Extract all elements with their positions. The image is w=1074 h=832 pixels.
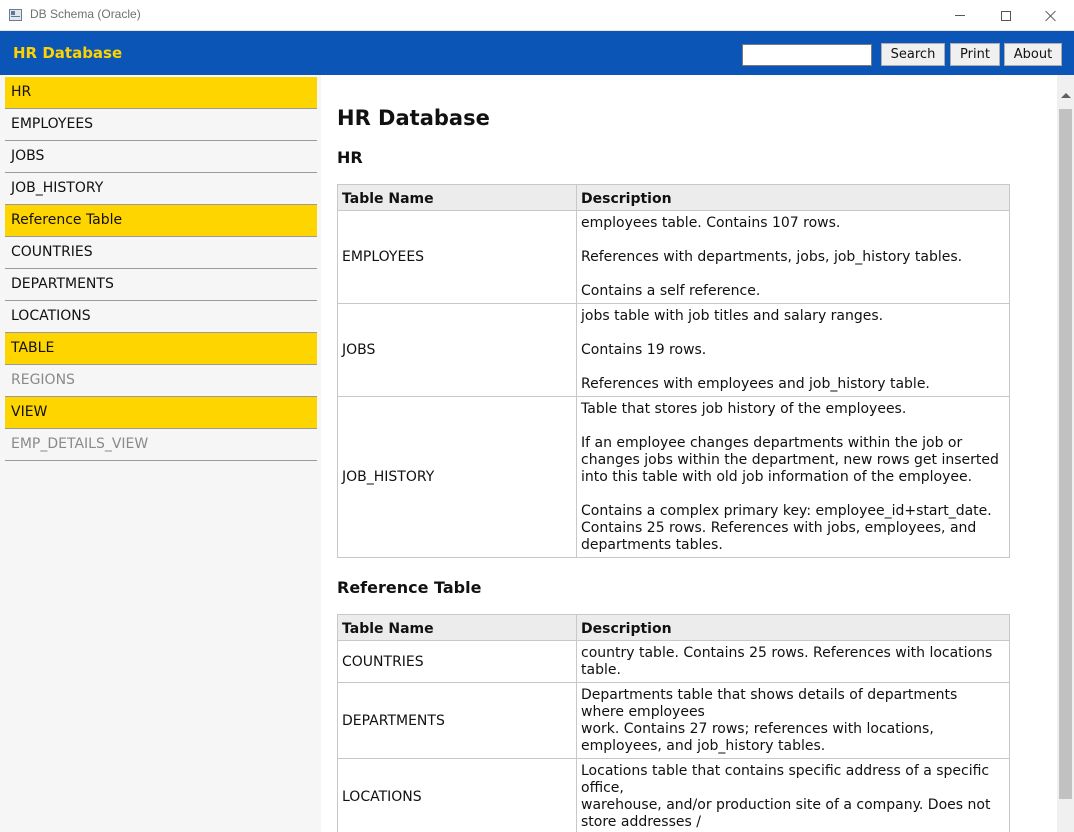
- description-paragraph: Table that stores job history of the emp…: [581, 401, 907, 417]
- print-button[interactable]: Print: [950, 43, 1000, 66]
- column-header-name: Table Name: [337, 614, 577, 641]
- table-name-cell: JOB_HISTORY: [337, 396, 577, 558]
- app-header: HR Database Search Print About: [0, 31, 1074, 75]
- section-title-reference: Reference Table: [337, 578, 482, 597]
- section-title-hr: HR: [337, 148, 363, 167]
- sidebar-section-header[interactable]: HR: [5, 77, 317, 109]
- table-name-cell: COUNTRIES: [337, 640, 577, 683]
- table-row: LOCATIONS Locations table that contains s…: [337, 758, 1010, 832]
- description-paragraph: jobs table with job titles and salary ra…: [581, 308, 884, 324]
- sidebar-item[interactable]: JOBS: [5, 141, 317, 173]
- window-title: DB Schema (Oracle): [30, 7, 141, 21]
- main-content: HR Database HR Table Name Description EM…: [321, 75, 1057, 832]
- maximize-icon: [1001, 10, 1011, 21]
- column-header-description: Description: [576, 184, 1010, 211]
- sidebar-nav: HR EMPLOYEES JOBS JOB_HISTORY Reference Tabl…: [5, 77, 317, 461]
- table-row: EMPLOYEES employees table. Contains 107 r…: [337, 210, 1010, 304]
- header-title: HR Database: [13, 44, 123, 62]
- maximize-button[interactable]: [983, 0, 1029, 31]
- table-row: DEPARTMENTS Departments table that shows …: [337, 682, 1010, 759]
- hr-tables-table: Table Name Description EMPLOYEES employee…: [337, 184, 1010, 558]
- table-header-row: Table Name Description: [337, 614, 1010, 641]
- scroll-up-arrow-icon[interactable]: [1057, 87, 1074, 104]
- close-icon: [1045, 10, 1057, 22]
- table-description-cell: Locations table that contains specific a…: [576, 758, 1010, 832]
- sidebar-item[interactable]: JOB_HISTORY: [5, 173, 317, 205]
- close-button[interactable]: [1028, 0, 1074, 31]
- description-paragraph: Contains a self reference.: [581, 283, 761, 299]
- sidebar: HR EMPLOYEES JOBS JOB_HISTORY Reference Tabl…: [0, 75, 321, 832]
- table-row: COUNTRIES country table. Contains 25 rows…: [337, 640, 1010, 683]
- sidebar-section-header[interactable]: Reference Table: [5, 205, 317, 237]
- table-description-cell: Table that stores job history of the emp…: [576, 396, 1010, 558]
- app-icon: [9, 9, 22, 21]
- description-paragraph: country table. Contains 25 rows. Referen…: [581, 645, 993, 678]
- table-name-cell: LOCATIONS: [337, 758, 577, 832]
- search-button[interactable]: Search: [881, 43, 945, 66]
- about-button[interactable]: About: [1004, 43, 1062, 66]
- minimize-icon: [955, 15, 965, 16]
- column-header-name: Table Name: [337, 184, 577, 211]
- table-name-cell: JOBS: [337, 303, 577, 397]
- description-paragraph: Locations table that contains specific a…: [581, 763, 991, 830]
- description-paragraph: Contains a complex primary key: employee…: [581, 503, 992, 553]
- description-paragraph: employees table. Contains 107 rows.: [581, 215, 841, 231]
- sidebar-item[interactable]: LOCATIONS: [5, 301, 317, 333]
- description-paragraph: References with departments, jobs, job_h…: [581, 249, 963, 265]
- sidebar-item[interactable]: COUNTRIES: [5, 237, 317, 269]
- column-header-description: Description: [576, 614, 1010, 641]
- table-description-cell: employees table. Contains 107 rows. Refer…: [576, 210, 1010, 304]
- window-titlebar: DB Schema (Oracle): [0, 0, 1074, 31]
- description-paragraph: Departments table that shows details of …: [581, 687, 958, 754]
- page-title: HR Database: [337, 106, 490, 130]
- description-paragraph: References with employees and job_histor…: [581, 376, 930, 392]
- reference-tables-table: Table Name Description COUNTRIES country …: [337, 614, 1010, 832]
- search-input[interactable]: [742, 44, 872, 66]
- table-row: JOB_HISTORY Table that stores job history…: [337, 396, 1010, 558]
- sidebar-item[interactable]: EMP_DETAILS_VIEW: [5, 429, 317, 461]
- table-description-cell: country table. Contains 25 rows. Referen…: [576, 640, 1010, 683]
- sidebar-section-header[interactable]: TABLE: [5, 333, 317, 365]
- table-description-cell: jobs table with job titles and salary ra…: [576, 303, 1010, 397]
- table-name-cell: DEPARTMENTS: [337, 682, 577, 759]
- description-paragraph: Contains 19 rows.: [581, 342, 707, 358]
- description-paragraph: If an employee changes departments withi…: [581, 435, 999, 485]
- minimize-button[interactable]: [937, 0, 983, 31]
- content-scrollbar[interactable]: [1057, 75, 1074, 832]
- table-name-cell: EMPLOYEES: [337, 210, 577, 304]
- table-row: JOBS jobs table with job titles and salar…: [337, 303, 1010, 397]
- sidebar-item[interactable]: EMPLOYEES: [5, 109, 317, 141]
- table-description-cell: Departments table that shows details of …: [576, 682, 1010, 759]
- sidebar-section-header[interactable]: VIEW: [5, 397, 317, 429]
- table-header-row: Table Name Description: [337, 184, 1010, 211]
- sidebar-item[interactable]: DEPARTMENTS: [5, 269, 317, 301]
- sidebar-item[interactable]: REGIONS: [5, 365, 317, 397]
- scrollbar-thumb[interactable]: [1059, 109, 1072, 799]
